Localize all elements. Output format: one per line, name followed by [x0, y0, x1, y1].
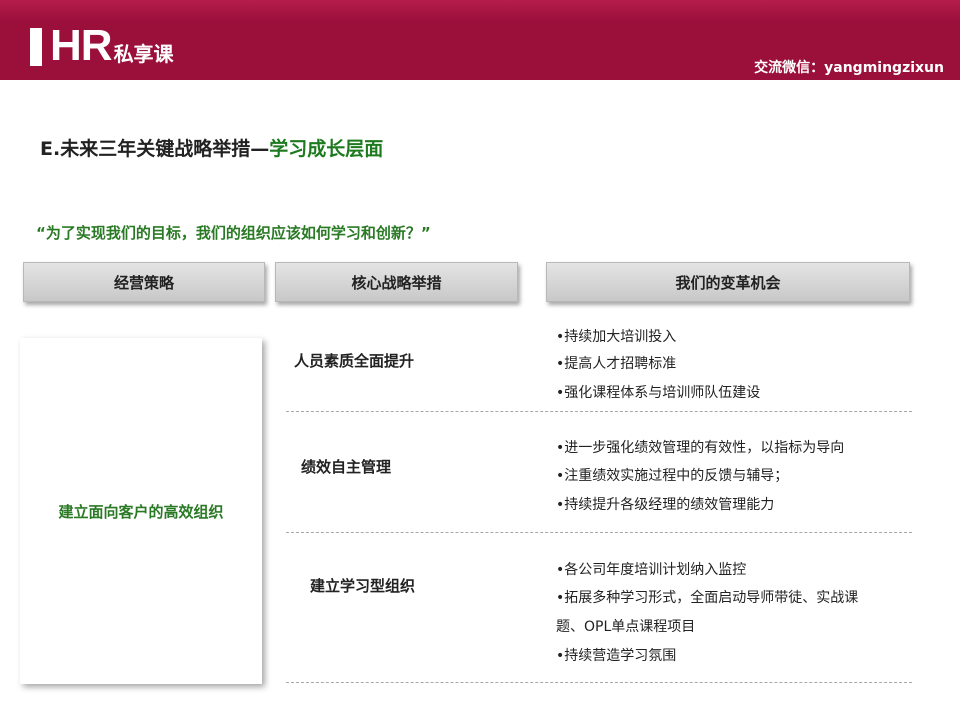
opportunity-item: •进一步强化绩效管理的有效性，以指标为导向 — [556, 440, 845, 456]
opportunity-item: •各公司年度培训计划纳入监控 — [556, 562, 747, 578]
opportunity-item-continued: 题、OPL单点课程项目 — [556, 619, 696, 635]
opportunity-item: •持续加大培训投入 — [556, 329, 677, 345]
logo-bar-mark — [30, 28, 42, 66]
slide-title-highlight: 学习成长层面 — [269, 138, 384, 160]
strategy-text: 建立面向客户的高效组织 — [58, 502, 224, 521]
column-header-strategy: 经营策略 — [23, 262, 265, 302]
measure-3-name: 建立学习型组织 — [310, 577, 416, 595]
logo: HR 私享课 — [30, 22, 174, 68]
contact-wechat: 交流微信：yangmingzixun — [754, 60, 944, 76]
slide-title-prefix: E.未来三年关键战略举措— — [40, 138, 270, 160]
top-banner: HR 私享课 交流微信：yangmingzixun — [0, 0, 960, 80]
banner-highlight — [0, 0, 960, 22]
row-divider — [286, 532, 912, 533]
opportunity-item: •注重绩效实施过程中的反馈与辅导； — [556, 468, 789, 484]
column-header-measures: 核心战略举措 — [275, 262, 518, 302]
row-divider — [286, 682, 912, 683]
logo-suffix-text: 私享课 — [113, 42, 174, 66]
strategy-panel: 建立面向客户的高效组织 — [20, 338, 262, 684]
opportunity-item: •提高人才招聘标准 — [556, 356, 677, 372]
measure-2-name: 绩效自主管理 — [301, 458, 392, 476]
opportunity-item: •持续提升各级经理的绩效管理能力 — [556, 497, 775, 513]
slide-title: E.未来三年关键战略举措—学习成长层面 — [40, 134, 383, 161]
column-header-opportunities: 我们的变革机会 — [546, 262, 910, 302]
opportunity-item: •持续营造学习氛围 — [556, 648, 677, 664]
guiding-question: “为了实现我们的目标，我们的组织应该如何学习和创新？” — [36, 224, 431, 242]
opportunity-item: •强化课程体系与培训师队伍建设 — [556, 385, 761, 401]
row-divider — [286, 411, 912, 412]
opportunity-item: •拓展多种学习形式，全面启动导师带徒、实战课 — [556, 590, 859, 606]
logo-mark-text: HR — [50, 21, 113, 70]
measure-1-name: 人员素质全面提升 — [294, 352, 415, 370]
